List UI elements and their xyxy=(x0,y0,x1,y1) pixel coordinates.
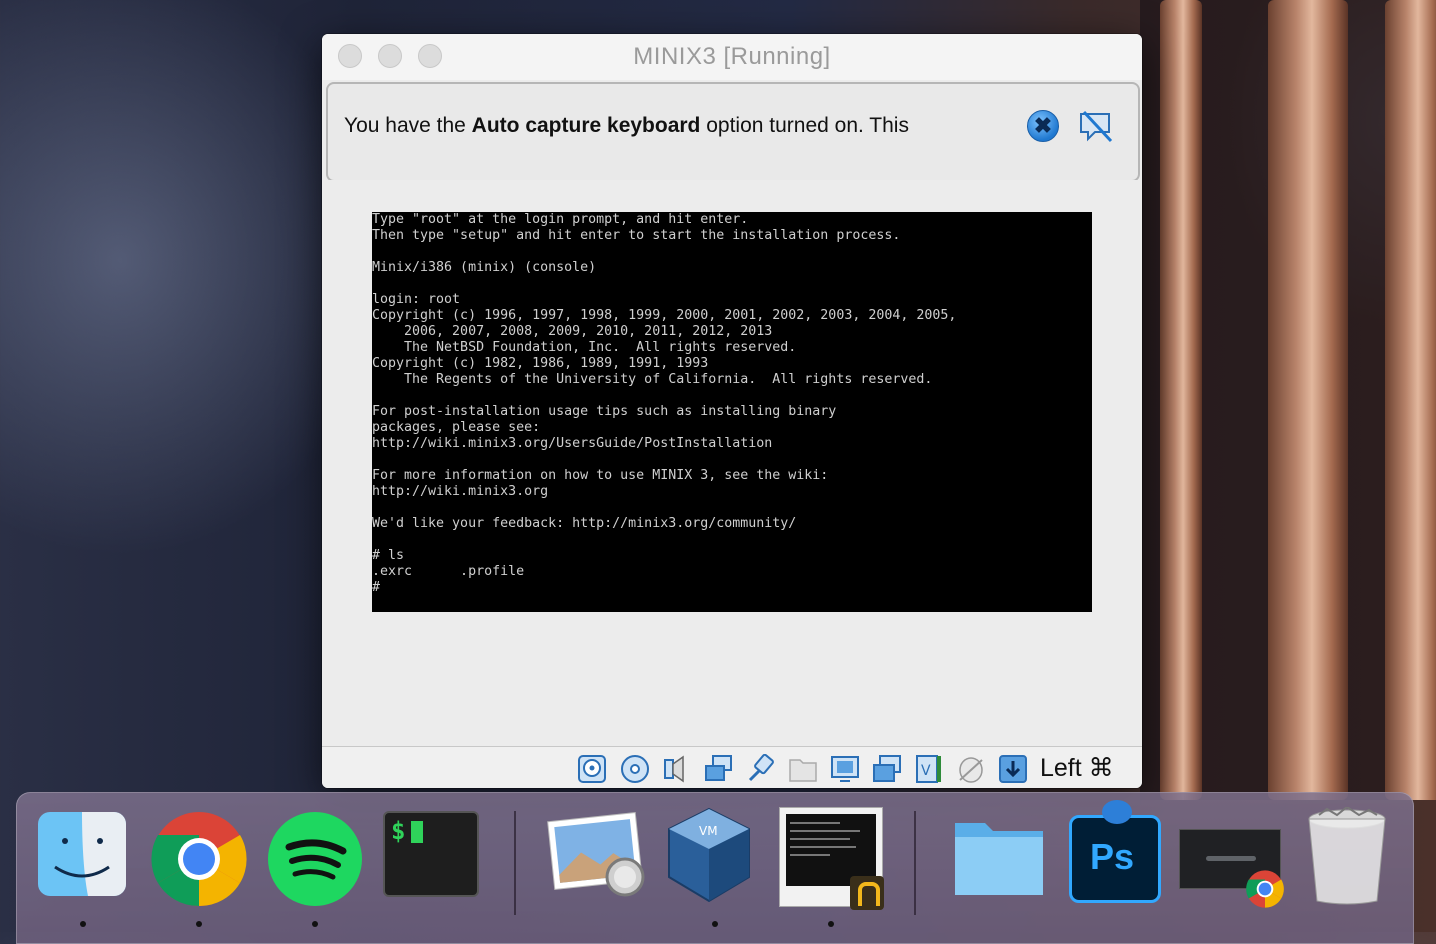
preview-icon[interactable] xyxy=(547,811,651,903)
dock: $ VM Ps xyxy=(16,792,1414,944)
terminal-icon[interactable]: $ xyxy=(383,811,479,897)
vm-console-screen[interactable]: Type "root" at the login prompt, and hit… xyxy=(372,212,1092,612)
notice-text-after: option turned on. This xyxy=(700,114,909,137)
running-indicator xyxy=(196,921,202,927)
notice-text-before: You have the xyxy=(344,114,472,137)
console-line: packages, please see: xyxy=(372,420,541,435)
console-line: # ls xyxy=(372,548,405,563)
running-indicator xyxy=(712,921,718,927)
thumbnail-search-bar xyxy=(1206,856,1256,861)
console-line: Type "root" at the login prompt, and hit… xyxy=(372,212,749,227)
svg-text:VM: VM xyxy=(699,824,718,838)
chrome-window-thumbnail[interactable] xyxy=(1179,829,1284,908)
mouse-integration-icon[interactable] xyxy=(956,754,986,784)
video-capture-icon[interactable] xyxy=(872,754,902,784)
do-not-show-again-icon[interactable] xyxy=(1078,110,1114,144)
terminal-cursor xyxy=(411,821,423,843)
virtualbox-badge-icon xyxy=(850,876,884,910)
network-icon[interactable] xyxy=(704,754,734,784)
console-line: Then type "setup" and hit enter to start… xyxy=(372,228,901,243)
running-indicator xyxy=(80,921,86,927)
cloud-badge-icon xyxy=(1102,800,1132,824)
chrome-icon[interactable] xyxy=(151,811,247,907)
chrome-badge-icon xyxy=(1246,870,1284,908)
console-line: login: root xyxy=(372,292,461,307)
photoshop-icon[interactable]: Ps xyxy=(1069,800,1161,903)
console-line: The NetBSD Foundation, Inc. All rights r… xyxy=(372,340,797,355)
virtualbox-icon[interactable]: VM xyxy=(663,805,755,905)
host-key-label: Left ⌘ xyxy=(1040,754,1114,782)
trash-icon[interactable] xyxy=(1305,807,1389,907)
window-title: MINIX3 [Running] xyxy=(633,43,831,70)
hard-disk-icon[interactable] xyxy=(577,754,607,784)
shared-folders-icon[interactable] xyxy=(788,754,818,784)
spotify-icon[interactable] xyxy=(267,811,363,907)
minix3-vm-window-thumbnail[interactable] xyxy=(779,807,884,910)
running-indicator xyxy=(828,921,834,927)
wallpaper-pole xyxy=(1160,0,1202,800)
console-line: We'd like your feedback: http://minix3.o… xyxy=(372,516,797,531)
console-line: For post-installation usage tips such as… xyxy=(372,404,837,419)
console-line: http://wiki.minix3.org/UsersGuide/PostIn… xyxy=(372,436,773,451)
folder-icon[interactable] xyxy=(951,813,1047,901)
wallpaper-pole xyxy=(1268,0,1348,800)
console-line: 2006, 2007, 2008, 2009, 2010, 2011, 2012… xyxy=(372,324,773,339)
close-notice-icon[interactable]: ✖ xyxy=(1027,110,1059,142)
display-icon[interactable] xyxy=(830,754,860,784)
usb-icon[interactable] xyxy=(746,754,776,784)
vt-x-icon[interactable]: V xyxy=(914,754,944,784)
console-line: http://wiki.minix3.org xyxy=(372,484,549,499)
finder-icon[interactable] xyxy=(37,811,127,897)
audio-icon[interactable] xyxy=(662,754,692,784)
svg-text:V: V xyxy=(921,763,931,779)
notice-text-bold: Auto capture keyboard xyxy=(471,114,701,137)
virtualbox-vm-window: MINIX3 [Running] You have the Auto captu… xyxy=(322,34,1142,788)
terminal-prompt: $ xyxy=(391,817,406,845)
console-line: Minix/i386 (minix) (console) xyxy=(372,260,597,275)
photoshop-label: Ps xyxy=(1090,836,1135,877)
dock-separator xyxy=(514,811,516,915)
notice-message: You have the Auto capture keyboard optio… xyxy=(344,114,909,138)
vm-status-bar: V Left ⌘ xyxy=(322,746,1142,788)
console-line: Copyright (c) 1996, 1997, 1998, 1999, 20… xyxy=(372,308,957,323)
console-line: .exrc .profile xyxy=(372,564,525,579)
keyboard-capture-icon[interactable] xyxy=(998,754,1028,784)
console-line: For more information on how to use MINIX… xyxy=(372,468,829,483)
running-indicator xyxy=(312,921,318,927)
optical-disk-icon[interactable] xyxy=(620,754,650,784)
console-line: # xyxy=(372,580,381,595)
console-line: The Regents of the University of Califor… xyxy=(372,372,933,387)
auto-capture-notice: You have the Auto capture keyboard optio… xyxy=(326,82,1140,182)
wallpaper-pole xyxy=(1385,0,1436,800)
dock-separator xyxy=(914,811,916,915)
window-titlebar[interactable]: MINIX3 [Running] xyxy=(322,34,1142,80)
console-line: Copyright (c) 1982, 1986, 1989, 1991, 19… xyxy=(372,356,709,371)
